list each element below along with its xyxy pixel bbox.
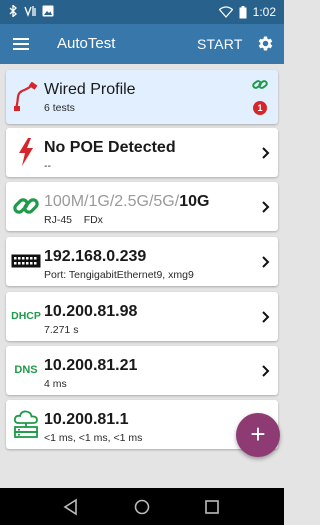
dns-time: 4 ms — [44, 378, 67, 390]
switch-card[interactable]: 192.168.0.239 Port: TengigabitEthernet9,… — [6, 237, 278, 286]
recents-icon[interactable] — [203, 498, 221, 516]
duplex-mode: FDx — [83, 214, 103, 226]
clock: 1:02 — [252, 5, 276, 19]
error-badge: 1 — [253, 101, 267, 115]
dhcp-address: 10.200.81.98 — [44, 303, 138, 320]
dns-address: 10.200.81.21 — [44, 357, 138, 374]
chevron-right-icon — [262, 147, 270, 159]
dhcp-icon: DHCP — [11, 310, 41, 322]
profile-subtitle: 6 tests — [44, 102, 75, 114]
start-button[interactable]: START — [197, 36, 243, 52]
app-title: AutoTest — [57, 35, 116, 52]
poe-title: No POE Detected — [44, 139, 176, 156]
battery-icon — [239, 5, 247, 19]
poe-subtitle: -- — [44, 160, 51, 172]
status-bar: 1:02 — [0, 0, 284, 24]
add-test-button[interactable]: + — [236, 413, 280, 457]
poe-card[interactable]: No POE Detected -- — [6, 128, 278, 177]
link-card[interactable]: 100M/1G/2.5G/5G/10G RJ-45 FDx — [6, 182, 278, 231]
lightning-icon — [10, 136, 42, 168]
signal-icon — [24, 5, 36, 17]
app-bar: AutoTest START — [0, 24, 284, 64]
chevron-right-icon — [262, 311, 270, 323]
gateway-address: 10.200.81.1 — [44, 411, 129, 428]
switch-address: 192.168.0.239 — [44, 248, 147, 265]
link-details: RJ-45 FDx — [44, 214, 103, 226]
cloud-server-icon — [10, 408, 42, 440]
gateway-ping: <1 ms, <1 ms, <1 ms — [44, 432, 143, 444]
wifi-icon — [218, 6, 233, 18]
supported-speeds: 100M/1G/2.5G/5G/ — [44, 193, 180, 210]
dns-card[interactable]: DNS 10.200.81.21 4 ms — [6, 346, 278, 395]
chevron-right-icon — [262, 201, 270, 213]
dhcp-time: 7.271 s — [44, 324, 79, 336]
profile-card[interactable]: Wired Profile 6 tests 1 — [6, 70, 278, 124]
link-icon — [10, 190, 42, 222]
dhcp-card[interactable]: DHCP 10.200.81.98 7.271 s — [6, 292, 278, 341]
switch-port: Port: TengigabitEthernet9, xmg9 — [44, 269, 194, 281]
gear-icon[interactable] — [256, 34, 275, 53]
image-icon — [42, 5, 54, 17]
link-speeds: 100M/1G/2.5G/5G/10G — [44, 193, 209, 211]
home-icon[interactable] — [133, 498, 151, 516]
menu-icon[interactable] — [12, 35, 30, 53]
ethernet-cable-icon — [10, 81, 42, 113]
back-icon[interactable] — [62, 498, 80, 516]
dns-icon: DNS — [14, 364, 38, 376]
plus-icon: + — [250, 419, 266, 449]
active-speed: 10G — [179, 193, 210, 210]
connector-type: RJ-45 — [44, 214, 73, 226]
bluetooth-icon — [8, 5, 18, 17]
profile-title: Wired Profile — [44, 81, 136, 98]
link-icon — [252, 78, 268, 96]
switch-icon — [10, 245, 42, 277]
navigation-bar — [0, 488, 284, 525]
chevron-right-icon — [262, 365, 270, 377]
chevron-right-icon — [262, 256, 270, 268]
